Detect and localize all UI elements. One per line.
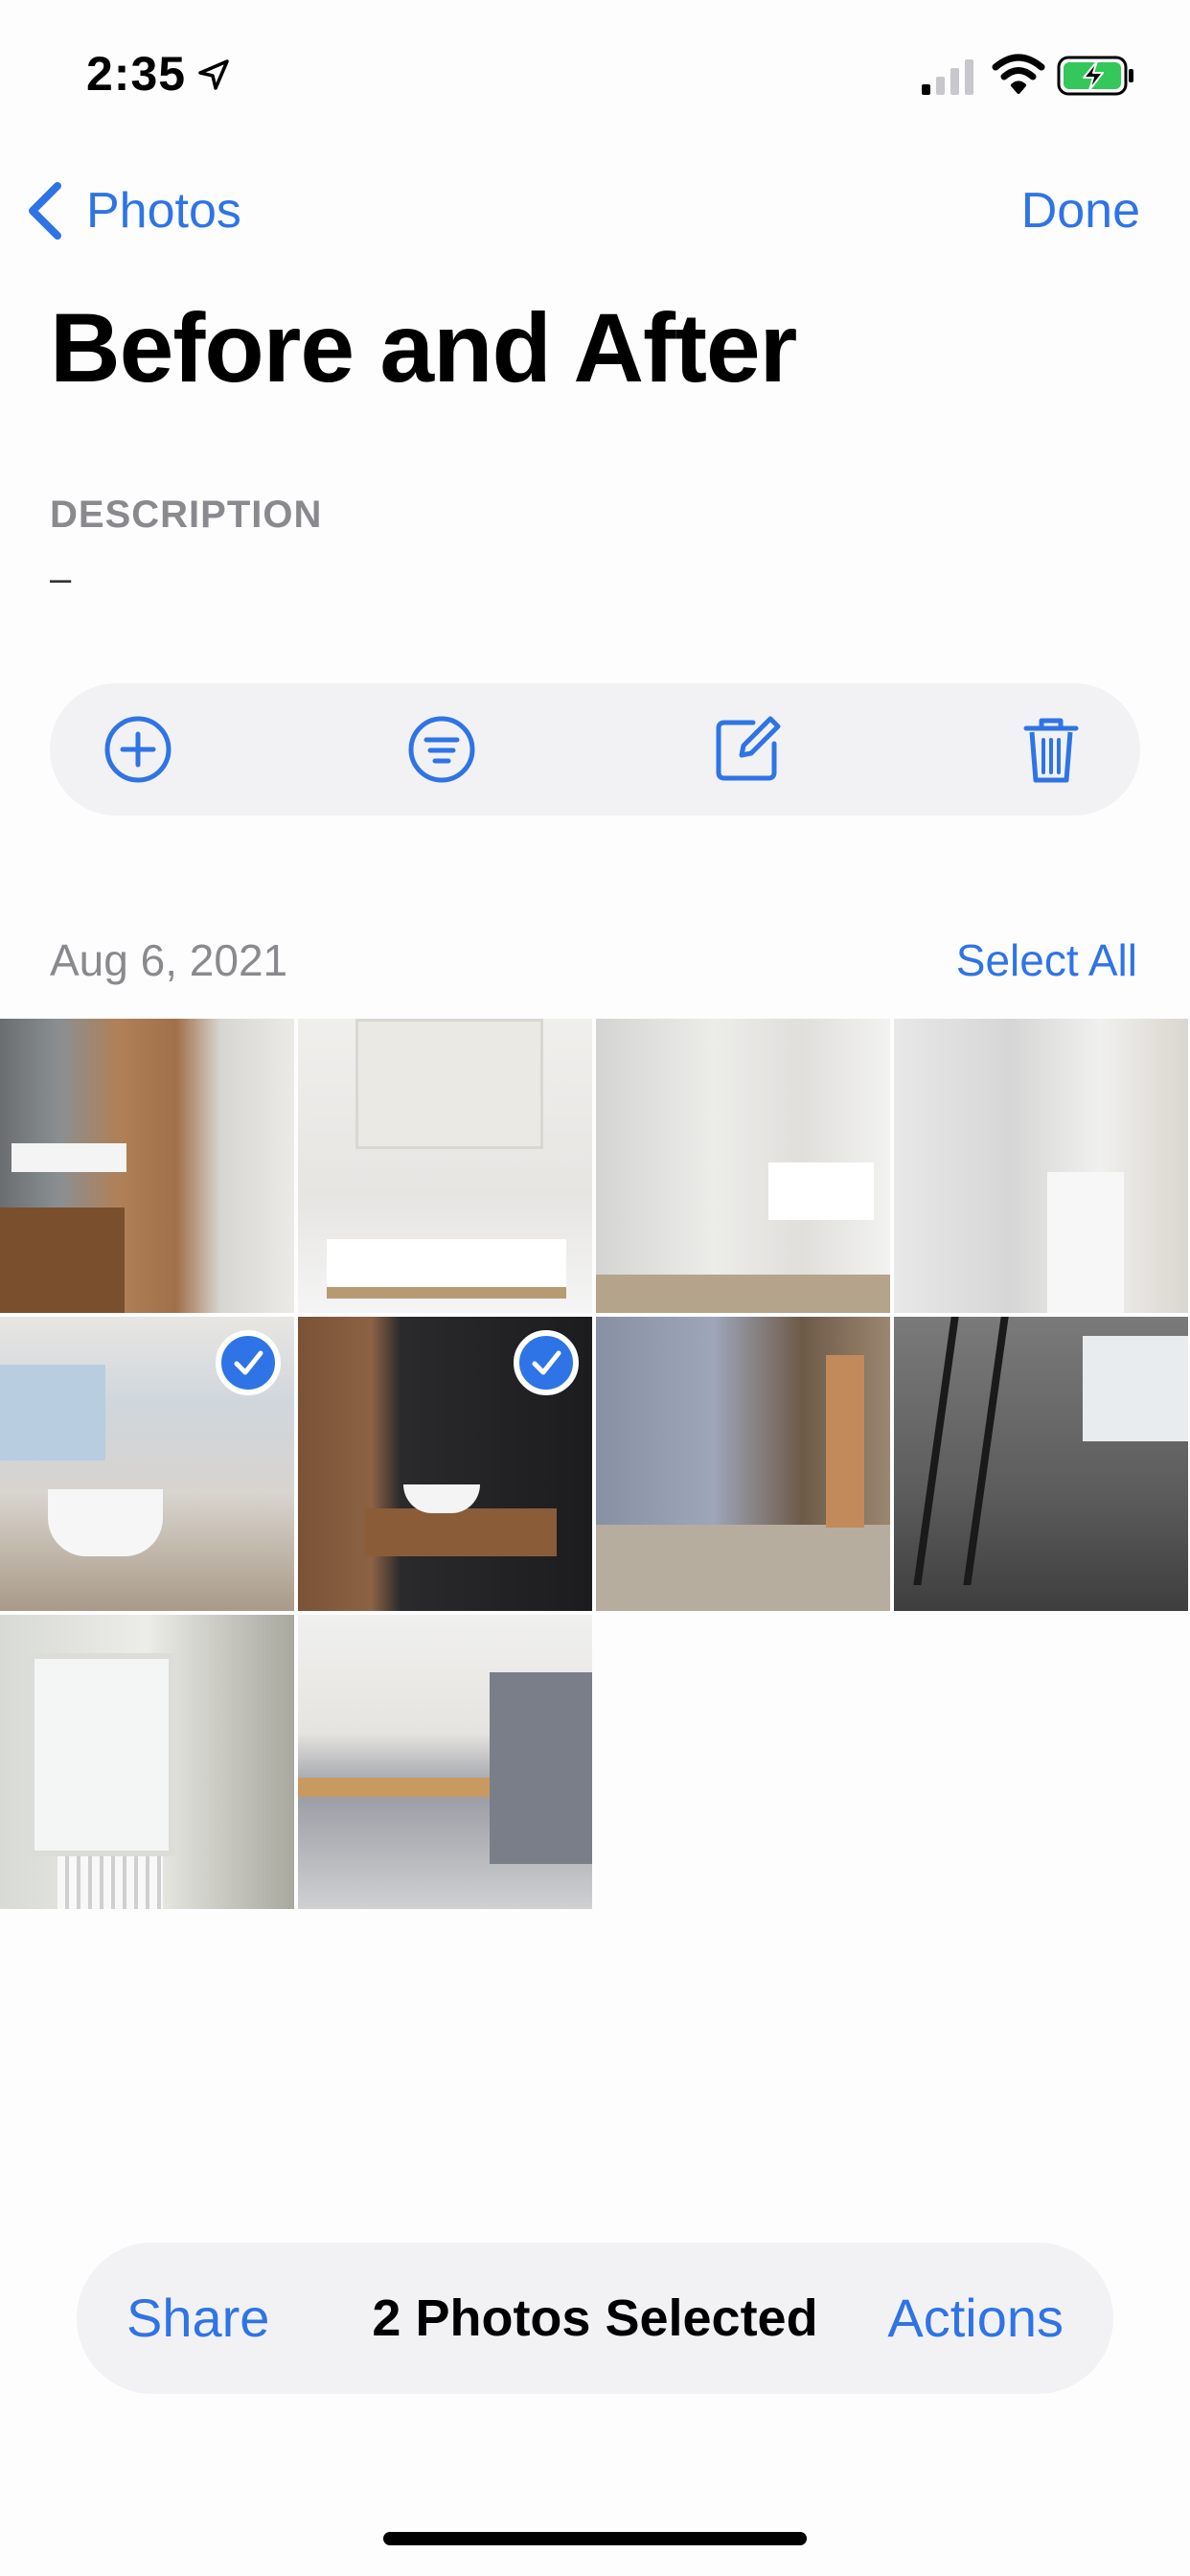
filter-button[interactable]: [403, 711, 480, 788]
status-bar: 2:35: [0, 0, 1190, 144]
photo-thumbnail[interactable]: [0, 1019, 294, 1313]
select-all-button[interactable]: Select All: [956, 934, 1137, 986]
location-arrow-icon: [196, 58, 231, 92]
back-button-label: Photos: [86, 183, 241, 239]
delete-button[interactable]: [1013, 711, 1089, 788]
actions-button[interactable]: Actions: [887, 2242, 1064, 2394]
photo-thumbnail[interactable]: [0, 1317, 294, 1611]
description-label: DESCRIPTION: [50, 494, 323, 536]
edit-button[interactable]: [709, 711, 786, 788]
cellular-signal-icon: [920, 58, 977, 96]
photo-thumbnail[interactable]: [894, 1019, 1188, 1313]
selection-checkmark: [216, 1330, 281, 1395]
photo-thumbnail[interactable]: [596, 1317, 890, 1611]
photo-thumbnail[interactable]: [298, 1019, 592, 1313]
photo-thumbnail[interactable]: [0, 1615, 294, 1909]
selection-bar: 2 Photos Selected Share Actions: [77, 2242, 1113, 2394]
section-date: Aug 6, 2021: [50, 935, 288, 985]
battery-charging-icon: [1057, 56, 1135, 96]
home-indicator[interactable]: [383, 2532, 807, 2545]
album-toolbar: [50, 683, 1140, 816]
description-value[interactable]: –: [50, 558, 71, 601]
share-button[interactable]: Share: [126, 2242, 269, 2394]
edit-icon: [716, 716, 781, 781]
chevron-left-icon: [29, 182, 61, 240]
trash-icon: [1023, 718, 1079, 783]
add-button[interactable]: [100, 711, 176, 788]
filter-icon: [408, 716, 475, 783]
photo-thumbnail[interactable]: [298, 1615, 592, 1909]
checkmark-icon: [234, 1350, 263, 1375]
status-time: 2:35: [86, 47, 187, 101]
done-button[interactable]: Done: [1021, 172, 1140, 249]
selection-checkmark: [514, 1330, 579, 1395]
photo-thumbnail[interactable]: [894, 1317, 1188, 1611]
add-circle-icon: [104, 716, 172, 783]
album-title: Before and After: [50, 293, 797, 402]
photo-thumbnail[interactable]: [298, 1317, 592, 1611]
back-button[interactable]: Photos: [25, 172, 241, 249]
checkmark-icon: [532, 1350, 561, 1375]
photo-thumbnail[interactable]: [596, 1019, 890, 1313]
wifi-icon: [992, 54, 1045, 96]
